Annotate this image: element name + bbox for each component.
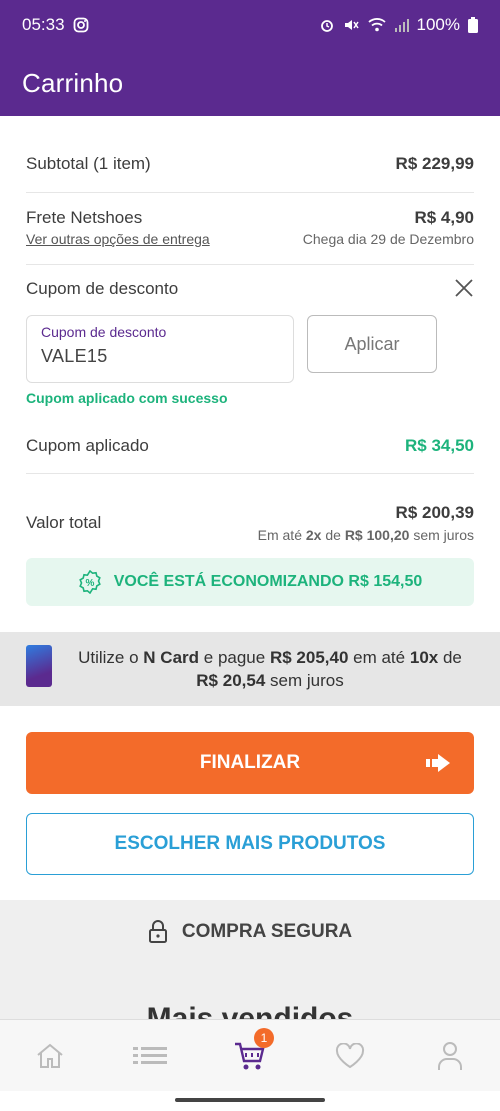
finalize-label: FINALIZAR [199, 752, 301, 773]
ncard-text: Utilize o N Card e pague R$ 205,40 em at… [70, 646, 470, 692]
page-title: Carrinho [22, 67, 124, 98]
nav-cart[interactable]: 1 [220, 1026, 280, 1086]
installments-prefix: Em até [257, 527, 302, 543]
shipping-sub-row: Ver outras opções de entrega Chega dia 2… [26, 231, 474, 247]
lock-icon [148, 920, 167, 943]
nav-categories[interactable] [120, 1026, 180, 1086]
menu-list-icon [133, 1046, 167, 1064]
coupon-input-value[interactable]: VALE15 [41, 346, 279, 367]
coupon-header: Cupom de desconto [26, 279, 474, 299]
finalize-button[interactable]: FINALIZAR [26, 732, 474, 794]
coupon-applied-value: R$ 34,50 [405, 436, 474, 455]
svg-text:%: % [85, 578, 94, 589]
installments: Em até 2x de R$ 100,20 sem juros [258, 527, 474, 543]
ncard-text-part: sem juros [270, 671, 344, 690]
choose-more-products-button[interactable]: ESCOLHER MAIS PRODUTOS [26, 813, 474, 875]
divider [26, 192, 474, 193]
ncard-text-part: de [442, 648, 462, 667]
shipping-label: Frete Netshoes [26, 208, 143, 227]
savings-text: VOCÊ ESTÁ ECONOMIZANDO R$ 154,50 [113, 573, 423, 590]
apply-coupon-button[interactable]: Aplicar [307, 315, 437, 373]
coupon-input-label: Cupom de desconto [41, 324, 167, 340]
coupon-applied-label: Cupom aplicado [26, 436, 149, 455]
subtotal-value: R$ 229,99 [395, 154, 474, 173]
savings-banner: % VOCÊ ESTÁ ECONOMIZANDO R$ 154,50 [26, 558, 474, 606]
shipping-value: R$ 4,90 [414, 208, 474, 227]
coupon-applied-row: Cupom aplicado R$ 34,50 [26, 436, 474, 456]
secure-row: COMPRA SEGURA [0, 920, 500, 944]
coupon-success-row: Cupom aplicado com sucesso [26, 390, 474, 406]
divider [26, 264, 474, 265]
app-bar: Carrinho [0, 50, 500, 116]
cart-badge: 1 [254, 1027, 274, 1048]
wifi-icon [367, 18, 386, 32]
section-teaser: Mais vendidos [146, 1002, 354, 1019]
home-icon [37, 1043, 63, 1068]
shipping-options-link[interactable]: Ver outras opções de entrega [26, 231, 210, 247]
total-row: Valor total R$ 200,39 Em até 2x de R$ 10… [26, 498, 474, 548]
status-bar: 05:33 100% [0, 0, 500, 50]
user-icon [438, 1041, 462, 1070]
mute-icon [344, 20, 359, 30]
secure-label: COMPRA SEGURA [181, 921, 353, 942]
gesture-bar [0, 1091, 500, 1111]
nav-home[interactable] [20, 1026, 80, 1086]
nav-account[interactable] [420, 1026, 480, 1086]
coupon-success-message: Cupom aplicado com sucesso [26, 390, 228, 406]
installments-value: R$ 100,20 [344, 527, 410, 543]
ncard-text-part: R$ 20,54 [196, 671, 266, 690]
coupon-section-label: Cupom de desconto [26, 279, 179, 298]
ncard-text-part: em até [353, 648, 406, 667]
ncard-text-part: e pague [203, 648, 266, 667]
bottom-nav: 1 [0, 1019, 500, 1091]
alarm-icon [320, 20, 333, 32]
installments-count: 2x [305, 527, 322, 543]
secure-section: COMPRA SEGURA Mais vendidos [0, 900, 500, 1019]
installments-suffix: sem juros [413, 527, 474, 543]
ncard-image [26, 645, 52, 687]
heart-icon [335, 1042, 365, 1068]
ncard-text-part: Utilize o [78, 648, 139, 667]
arrow-right-icon [426, 754, 450, 772]
battery-icon [468, 17, 478, 33]
cart-content[interactable]: Subtotal (1 item) R$ 229,99 Frete Netsho… [0, 116, 500, 1019]
nav-favorites[interactable] [320, 1026, 380, 1086]
discount-icon: % [78, 570, 101, 594]
battery-percent: 100% [416, 15, 460, 34]
subtotal-label: Subtotal (1 item) [26, 154, 151, 173]
status-time: 05:33 [22, 15, 65, 34]
coupon-input[interactable]: Cupom de desconto VALE15 [26, 315, 294, 383]
ncard-text-part: 10x [409, 648, 439, 667]
signal-icon [394, 19, 409, 32]
total-value: R$ 200,39 [395, 503, 474, 522]
total-label: Valor total [26, 513, 102, 532]
ncard-text-part: N Card [143, 648, 200, 667]
divider [26, 473, 474, 474]
instagram-icon [73, 17, 88, 33]
ncard-promo[interactable]: Utilize o N Card e pague R$ 205,40 em at… [0, 632, 500, 706]
ncard-text-part: R$ 205,40 [269, 648, 349, 667]
shipping-row: Frete Netshoes R$ 4,90 [26, 208, 474, 228]
delivery-date: Chega dia 29 de Dezembro [302, 231, 474, 247]
subtotal-row: Subtotal (1 item) R$ 229,99 [26, 154, 474, 174]
total-block: R$ 200,39 Em até 2x de R$ 100,20 sem jur… [258, 503, 474, 543]
installments-mid: de [325, 527, 341, 543]
home-indicator[interactable] [175, 1098, 325, 1102]
close-icon[interactable] [454, 278, 474, 298]
